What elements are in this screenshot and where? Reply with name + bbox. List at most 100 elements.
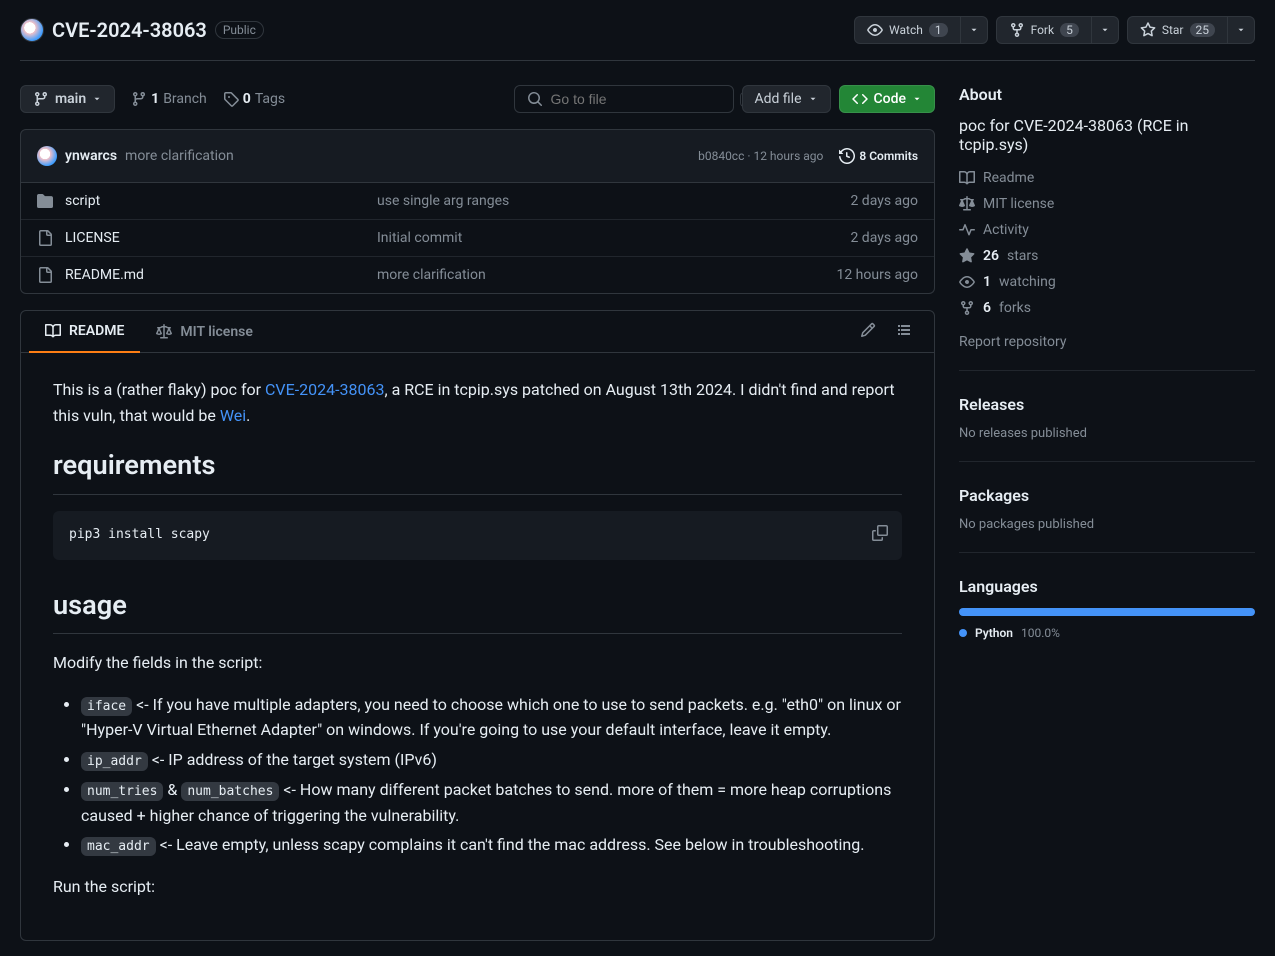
list-icon [896, 322, 912, 338]
book-icon [959, 170, 975, 186]
report-link[interactable]: Report repository [959, 334, 1255, 350]
repo-header: CVE-2024-38063 Public Watch 1 Fork 5 Sta… [20, 0, 1255, 61]
about-title: About [959, 85, 1255, 104]
repo-name[interactable]: CVE-2024-38063 [52, 18, 207, 42]
visibility-badge: Public [215, 21, 264, 39]
tab-readme[interactable]: README [29, 311, 140, 353]
chevron-down-icon [969, 25, 979, 35]
fork-count: 5 [1060, 23, 1079, 37]
fork-button[interactable]: Fork 5 [996, 16, 1092, 44]
star-count: 25 [1190, 23, 1216, 37]
file-list: script use single arg ranges 2 days ago … [20, 183, 935, 294]
file-name-text[interactable]: script [65, 193, 100, 209]
list-item: ip_addr <- IP address of the target syst… [81, 747, 902, 773]
book-icon [45, 323, 61, 339]
about-description: poc for CVE-2024-38063 (RCE in tcpip.sys… [959, 116, 1255, 154]
fork-icon [959, 300, 975, 316]
chevron-down-icon [1100, 25, 1110, 35]
chevron-down-icon [808, 94, 818, 104]
usage-heading: usage [53, 584, 902, 635]
watch-count: 1 [929, 23, 948, 37]
license-link[interactable]: MIT license [959, 196, 1255, 212]
commit-author[interactable]: ynwarcs [65, 148, 117, 164]
watch-label: Watch [889, 23, 923, 37]
releases-text: No releases published [959, 426, 1255, 441]
law-icon [156, 324, 172, 340]
search-icon [527, 91, 543, 107]
commit-time: 12 hours ago [753, 149, 823, 163]
fork-label: Fork [1031, 23, 1055, 37]
file-commit-msg[interactable]: Initial commit [377, 230, 850, 246]
star-label: Star [1162, 23, 1184, 37]
branch-icon [33, 91, 49, 107]
commit-avatar[interactable] [37, 146, 57, 166]
edit-button[interactable] [854, 316, 882, 348]
language-item[interactable]: Python 100.0% [959, 626, 1255, 640]
watching-link[interactable]: 1 watching [959, 274, 1255, 290]
commit-message[interactable]: more clarification [125, 148, 234, 164]
file-icon [37, 230, 53, 246]
list-item: mac_addr <- Leave empty, unless scapy co… [81, 832, 902, 858]
pulse-icon [959, 222, 975, 238]
file-time: 12 hours ago [836, 267, 918, 283]
code-icon [852, 91, 868, 107]
folder-icon [37, 193, 53, 209]
star-button[interactable]: Star 25 [1127, 16, 1228, 44]
file-row: LICENSE Initial commit 2 days ago [21, 219, 934, 256]
file-commit-msg[interactable]: use single arg ranges [377, 193, 850, 209]
file-icon [37, 267, 53, 283]
fork-dropdown[interactable] [1092, 16, 1119, 44]
file-search-input[interactable] [551, 91, 732, 107]
requirements-heading: requirements [53, 444, 902, 495]
add-file-button[interactable]: Add file [742, 85, 831, 113]
code-block-install: pip3 install scapy [53, 511, 902, 560]
chevron-down-icon [1236, 25, 1246, 35]
releases-title[interactable]: Releases [959, 395, 1255, 414]
file-name-text[interactable]: README.md [65, 267, 144, 283]
star-dropdown[interactable] [1228, 16, 1255, 44]
commit-sha[interactable]: b0840cc [698, 149, 744, 163]
outline-button[interactable] [890, 316, 918, 348]
cve-link[interactable]: CVE-2024-38063 [265, 380, 384, 399]
watch-dropdown[interactable] [961, 16, 988, 44]
language-bar [959, 608, 1255, 616]
packages-title[interactable]: Packages [959, 486, 1255, 505]
eye-icon [867, 22, 883, 38]
eye-icon [959, 274, 975, 290]
chevron-down-icon [92, 94, 102, 104]
law-icon [959, 196, 975, 212]
branch-selector[interactable]: main [20, 85, 115, 113]
file-row: script use single arg ranges 2 days ago [21, 183, 934, 219]
usage-run: Run the script: [53, 874, 902, 900]
history-icon [839, 148, 855, 164]
wei-link[interactable]: Wei [220, 406, 246, 425]
languages-title: Languages [959, 577, 1255, 596]
commits-link[interactable]: 8 Commits [839, 148, 918, 164]
file-name-text[interactable]: LICENSE [65, 230, 120, 246]
file-row: README.md more clarification 12 hours ag… [21, 256, 934, 293]
stars-link[interactable]: 26 stars [959, 248, 1255, 264]
forks-link[interactable]: 6 forks [959, 300, 1255, 316]
list-item: num_tries & num_batches <- How many diff… [81, 777, 902, 828]
file-search-wrap[interactable]: t [514, 85, 734, 113]
readme-link[interactable]: Readme [959, 170, 1255, 186]
pencil-icon [860, 322, 876, 338]
packages-text: No packages published [959, 517, 1255, 532]
file-commit-msg[interactable]: more clarification [377, 267, 836, 283]
branch-name: main [55, 91, 86, 107]
code-button[interactable]: Code [839, 85, 935, 113]
tag-icon [223, 91, 239, 107]
tab-license[interactable]: MIT license [140, 312, 268, 352]
file-time: 2 days ago [850, 230, 918, 246]
star-icon [959, 248, 975, 264]
chevron-down-icon [912, 94, 922, 104]
owner-avatar[interactable] [20, 18, 44, 42]
copy-button[interactable] [866, 519, 894, 555]
readme-content: This is a (rather flaky) poc for CVE-202… [21, 353, 934, 940]
branches-link[interactable]: 1 Branch [131, 91, 207, 107]
copy-icon [872, 525, 888, 541]
tags-link[interactable]: 0 Tags [223, 91, 285, 107]
activity-link[interactable]: Activity [959, 222, 1255, 238]
watch-button[interactable]: Watch 1 [854, 16, 961, 44]
fork-icon [1009, 22, 1025, 38]
